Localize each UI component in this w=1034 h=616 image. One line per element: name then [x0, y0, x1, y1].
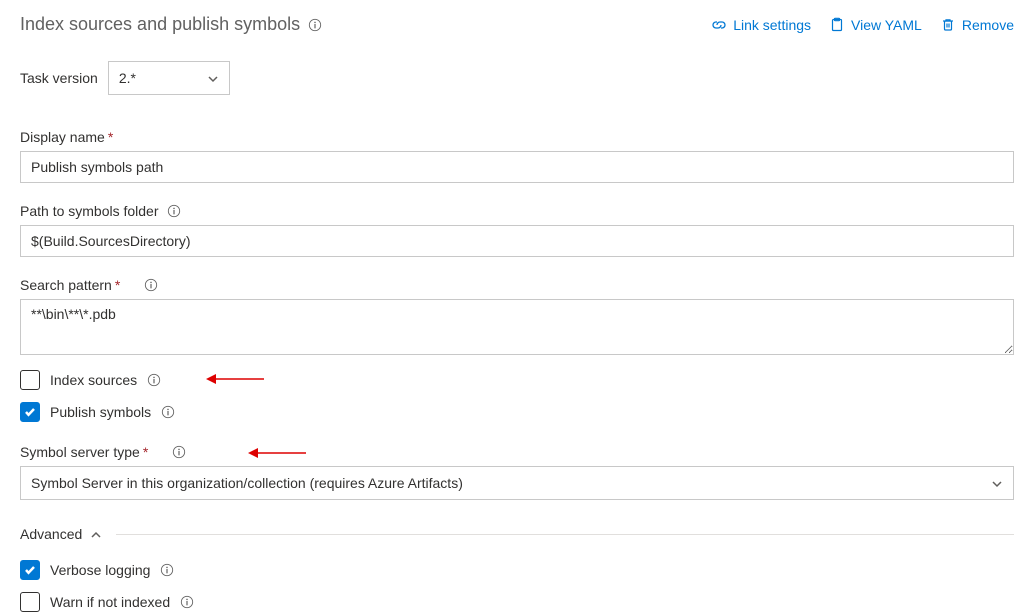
- chevron-down-icon: [991, 477, 1003, 489]
- task-version-label: Task version: [20, 70, 98, 86]
- task-version-value: 2.*: [119, 70, 136, 86]
- divider: [116, 534, 1014, 535]
- search-pattern-label: Search pattern*: [20, 277, 120, 293]
- warn-not-indexed-label: Warn if not indexed: [50, 594, 170, 610]
- link-settings-button[interactable]: Link settings: [711, 17, 811, 33]
- search-pattern-input[interactable]: [20, 299, 1014, 355]
- display-name-input[interactable]: [20, 151, 1014, 183]
- info-icon[interactable]: [160, 563, 174, 577]
- info-icon[interactable]: [161, 405, 175, 419]
- trash-icon: [940, 17, 956, 33]
- verbose-logging-label: Verbose logging: [50, 562, 150, 578]
- info-icon[interactable]: [172, 445, 186, 459]
- symbols-path-label: Path to symbols folder: [20, 203, 159, 219]
- advanced-section-header[interactable]: Advanced: [20, 526, 1014, 542]
- index-sources-label: Index sources: [50, 372, 137, 388]
- publish-symbols-checkbox[interactable]: [20, 402, 40, 422]
- info-icon[interactable]: [144, 278, 158, 292]
- warn-not-indexed-checkbox[interactable]: [20, 592, 40, 612]
- required-mark: *: [143, 444, 148, 460]
- info-icon[interactable]: [308, 18, 322, 32]
- chevron-up-icon: [90, 528, 102, 540]
- server-type-label: Symbol server type*: [20, 444, 148, 460]
- remove-label: Remove: [962, 17, 1014, 33]
- view-yaml-label: View YAML: [851, 17, 922, 33]
- required-mark: *: [115, 277, 120, 293]
- view-yaml-button[interactable]: View YAML: [829, 17, 922, 33]
- publish-symbols-label: Publish symbols: [50, 404, 151, 420]
- verbose-logging-checkbox[interactable]: [20, 560, 40, 580]
- link-settings-label: Link settings: [733, 17, 811, 33]
- display-name-label: Display name*: [20, 129, 113, 145]
- info-icon[interactable]: [180, 595, 194, 609]
- required-mark: *: [108, 129, 113, 145]
- symbols-path-input[interactable]: [20, 225, 1014, 257]
- annotation-arrow: [248, 446, 308, 460]
- server-type-value: Symbol Server in this organization/colle…: [31, 475, 463, 491]
- advanced-title: Advanced: [20, 526, 82, 542]
- index-sources-checkbox[interactable]: [20, 370, 40, 390]
- server-type-select[interactable]: Symbol Server in this organization/colle…: [20, 466, 1014, 500]
- remove-button[interactable]: Remove: [940, 17, 1014, 33]
- info-icon[interactable]: [167, 204, 181, 218]
- chevron-down-icon: [207, 72, 219, 84]
- link-icon: [711, 17, 727, 33]
- task-version-select[interactable]: 2.*: [108, 61, 230, 95]
- annotation-arrow: [206, 372, 266, 386]
- info-icon[interactable]: [147, 373, 161, 387]
- page-title: Index sources and publish symbols: [20, 14, 300, 35]
- clipboard-icon: [829, 17, 845, 33]
